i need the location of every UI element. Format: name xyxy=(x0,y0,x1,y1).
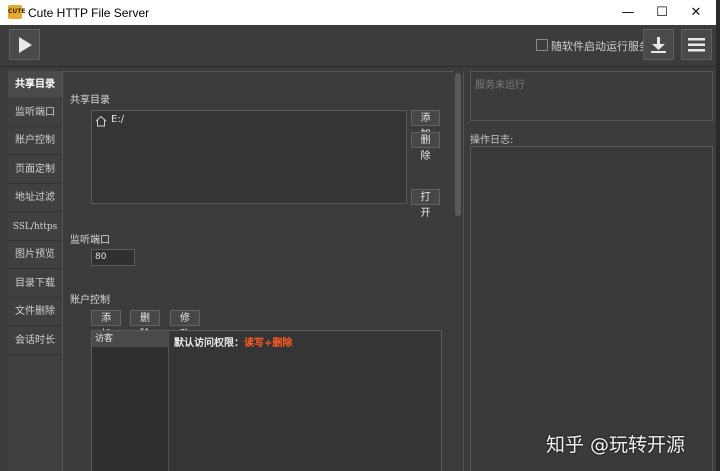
tab-image-preview[interactable]: 图片预览 xyxy=(8,241,62,269)
settings-tab-list: 共享目录 监听端口 账户控制 页面定制 地址过滤 SSL/https 图片预览 … xyxy=(8,71,63,471)
shared-directory-path: E:/ xyxy=(111,114,125,125)
toolbar: 随软件启动运行服务 xyxy=(0,25,716,67)
tab-ssl-https[interactable]: SSL/https xyxy=(8,213,62,241)
default-permission: 默认访问权限：读写+删除 xyxy=(174,334,292,349)
hamburger-menu-icon xyxy=(688,38,705,52)
open-directory-button[interactable]: 打开 xyxy=(411,189,440,219)
shared-directory-list[interactable]: E:/ xyxy=(91,110,407,204)
add-account-button[interactable]: 添加 xyxy=(91,310,121,340)
edit-account-button[interactable]: 修改 xyxy=(170,310,200,340)
tab-session-duration[interactable]: 会话时长 xyxy=(8,327,62,355)
window-title: Cute HTTP File Server xyxy=(28,6,150,20)
settings-panel: 共享目录 E:/ 添加 删除 打开 监听端口 80 账户控制 添加 删除 修改 … xyxy=(62,71,464,471)
tab-shared-directory[interactable]: 共享目录 xyxy=(8,71,62,99)
app-window: CUTE Cute HTTP File Server — ☐ ✕ 随软件启动运行… xyxy=(0,0,716,471)
home-icon xyxy=(95,115,107,127)
operation-log-label: 操作日志: xyxy=(470,135,514,146)
tab-page-customization[interactable]: 页面定制 xyxy=(8,156,62,184)
account-control-heading: 账户控制 xyxy=(70,295,110,306)
settings-scrollbar[interactable] xyxy=(453,71,463,471)
listen-port-heading: 监听端口 xyxy=(70,235,110,246)
delete-directory-button[interactable]: 删除 xyxy=(411,132,440,162)
scrollbar-thumb[interactable] xyxy=(455,73,461,216)
tab-file-delete[interactable]: 文件删除 xyxy=(8,298,62,326)
desktop-edge xyxy=(716,0,720,471)
tab-list-filler xyxy=(8,355,62,471)
list-item[interactable]: 访客 xyxy=(92,331,168,347)
tab-account-control[interactable]: 账户控制 xyxy=(8,127,62,155)
download-icon xyxy=(651,37,666,53)
minimize-button[interactable]: — xyxy=(612,0,644,25)
close-button[interactable]: ✕ xyxy=(680,0,712,25)
tab-directory-download[interactable]: 目录下载 xyxy=(8,270,62,298)
add-directory-button[interactable]: 添加 xyxy=(411,110,440,140)
server-status-box: 服务未运行 xyxy=(470,71,713,121)
delete-account-button[interactable]: 删除 xyxy=(130,310,160,340)
account-panel: 访客 默认访问权限：读写+删除 xyxy=(91,330,442,471)
server-status-text: 服务未运行 xyxy=(475,80,525,91)
default-permission-label: 默认访问权限： xyxy=(174,338,244,349)
autostart-checkbox[interactable] xyxy=(536,39,548,51)
start-server-button[interactable] xyxy=(9,29,40,60)
port-input[interactable]: 80 xyxy=(91,249,135,266)
play-icon xyxy=(19,37,32,53)
account-list[interactable]: 访客 xyxy=(92,331,169,471)
default-permission-value: 读写+删除 xyxy=(244,338,293,349)
shared-directory-heading: 共享目录 xyxy=(70,95,110,106)
download-button[interactable] xyxy=(643,29,674,60)
app-logo-icon: CUTE xyxy=(8,5,25,19)
title-bar: CUTE Cute HTTP File Server — ☐ ✕ xyxy=(0,0,716,25)
operation-log[interactable] xyxy=(470,146,713,471)
maximize-button[interactable]: ☐ xyxy=(646,0,678,25)
watermark: 知乎 @玩转开源 xyxy=(546,434,686,456)
autostart-label: 随软件启动运行服务 xyxy=(551,40,650,53)
tab-address-filter[interactable]: 地址过滤 xyxy=(8,184,62,212)
tab-listen-port[interactable]: 监听端口 xyxy=(8,99,62,127)
menu-button[interactable] xyxy=(681,29,712,60)
